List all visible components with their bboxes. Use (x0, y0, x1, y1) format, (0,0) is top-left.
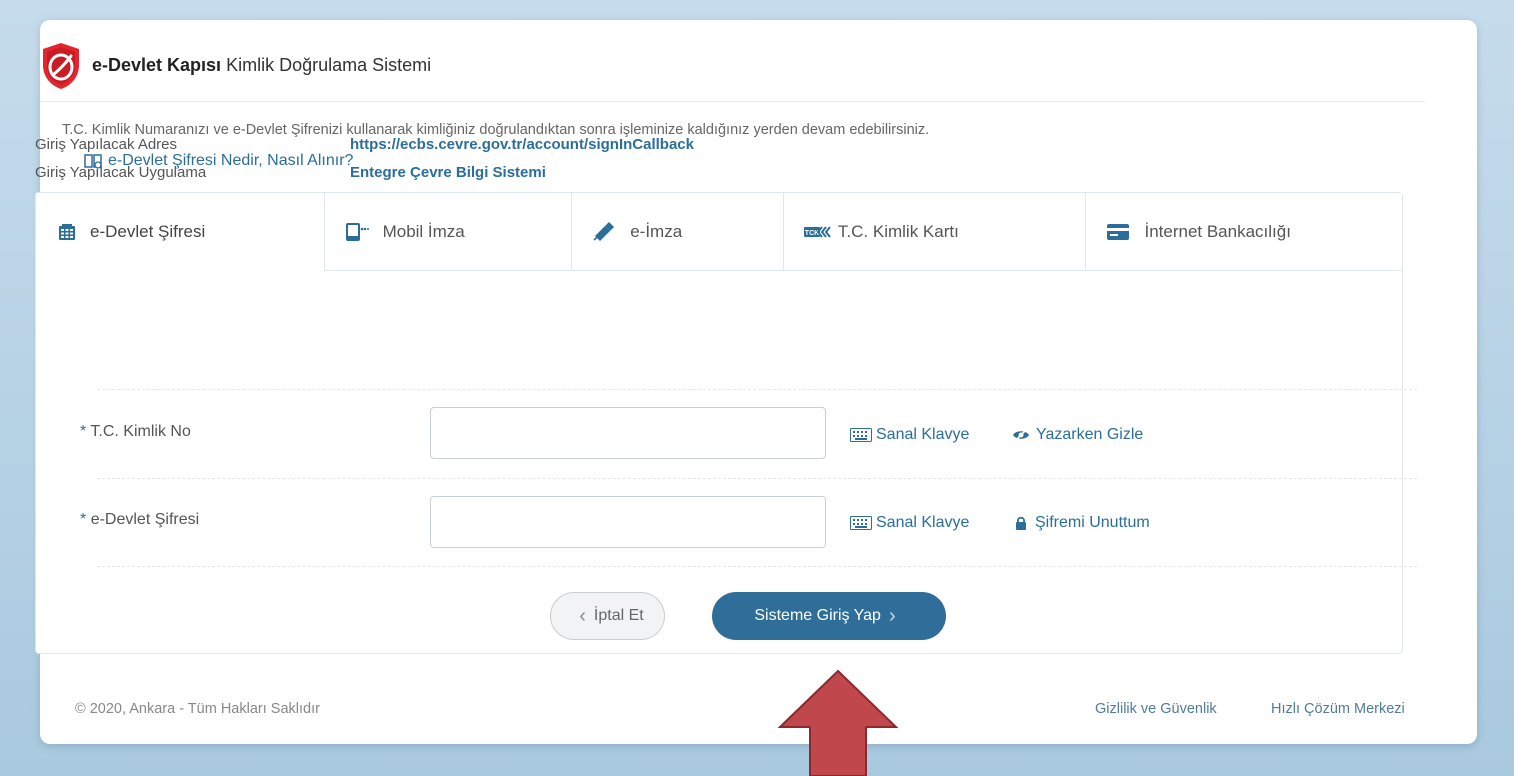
required-mark: * (80, 423, 87, 440)
brand-name: e-Devlet Kapısı (92, 55, 222, 75)
submit-button-label: Sisteme Giriş Yap (754, 607, 881, 624)
quick-solution-center-link[interactable]: Hızlı Çözüm Merkezi (1271, 701, 1405, 717)
bank-card-icon (1106, 223, 1130, 241)
lock-icon (1015, 516, 1027, 530)
cancel-button-label: İptal Et (593, 607, 644, 624)
tab-e-devlet-sifresi[interactable]: e-Devlet Şifresi (36, 193, 325, 271)
tc-kimlik-no-input[interactable] (430, 407, 826, 459)
field-label-text: e-Devlet Şifresi (90, 511, 200, 528)
required-mark: * (80, 511, 87, 528)
e-devlet-sifresi-label: * e-Devlet Şifresi (80, 511, 199, 529)
help-link-label: e-Devlet Şifresi Nedir, Nasıl Alınır? (108, 152, 354, 169)
tab-e-imza[interactable]: e-İmza (572, 193, 784, 271)
annotation-arrow-icon (778, 669, 898, 776)
e-devlet-logo (43, 42, 79, 89)
virtual-keyboard-button[interactable]: Sanal Klavye (850, 514, 969, 532)
virtual-keyboard-label: Sanal Klavye (876, 514, 970, 531)
privacy-security-link[interactable]: Gizlilik ve Güvenlik (1095, 701, 1217, 717)
address-label: Giriş Yapılacak Adres (35, 136, 178, 153)
hide-while-typing-label: Yazarken Gizle (1036, 426, 1144, 443)
copyright-text: © 2020, Ankara - Tüm Hakları Saklıdır (75, 701, 320, 717)
tab-mobil-imza[interactable]: Mobil İmza (324, 193, 573, 271)
mobile-signature-icon (345, 222, 369, 242)
keyboard-icon (850, 516, 872, 530)
page-subtitle: Kimlik Doğrulama Sistemi (226, 55, 432, 75)
divider (97, 478, 1417, 479)
hide-while-typing-button[interactable]: Yazarken Gizle (1012, 426, 1143, 444)
virtual-keyboard-button[interactable]: Sanal Klavye (850, 426, 969, 444)
tab-tc-kimlik-karti[interactable]: TCK T.C. Kimlik Kartı (783, 193, 1087, 271)
chevron-left-icon: ‹ (579, 604, 586, 627)
tab-label: T.C. Kimlik Kartı (837, 221, 959, 241)
divider (97, 389, 1417, 390)
tab-label: İnternet Bankacılığı (1144, 221, 1291, 241)
forgot-password-label: Şifremi Unuttum (1035, 514, 1150, 531)
divider (97, 566, 1417, 567)
cancel-button[interactable]: ‹ İptal Et (550, 592, 665, 640)
application-value: Entegre Çevre Bilgi Sistemi (350, 164, 546, 181)
keyboard-icon (850, 428, 872, 442)
tab-label: Mobil İmza (382, 221, 465, 241)
password-input[interactable] (430, 496, 826, 548)
tab-internet-bankaciligi[interactable]: İnternet Bankacılığı (1086, 193, 1402, 271)
chevron-right-icon: › (888, 604, 896, 627)
book-help-icon (84, 153, 102, 169)
eye-slash-icon (1012, 428, 1030, 442)
login-submit-button[interactable]: Sisteme Giriş Yap › (712, 592, 946, 640)
keypad-icon (58, 223, 76, 241)
forgot-password-link[interactable]: Şifremi Unuttum (1015, 514, 1150, 532)
page-header: e-Devlet Kapısı Kimlik Doğrulama Sistemi (40, 30, 1425, 102)
usb-token-icon (592, 221, 616, 242)
id-card-icon: TCK (803, 225, 832, 239)
login-description: T.C. Kimlik Numaranızı ve e-Devlet Şifre… (62, 122, 930, 138)
help-link[interactable]: e-Devlet Şifresi Nedir, Nasıl Alınır? (84, 152, 353, 170)
login-method-tabs: e-Devlet Şifresi Mobil İmza e-İmza TCK T… (36, 193, 1402, 271)
svg-text:TCK: TCK (805, 230, 819, 237)
virtual-keyboard-label: Sanal Klavye (876, 426, 970, 443)
field-label-text: T.C. Kimlik No (90, 423, 191, 440)
address-value: https://ecbs.cevre.gov.tr/account/signIn… (350, 136, 694, 153)
page-title: e-Devlet Kapısı Kimlik Doğrulama Sistemi (92, 55, 431, 76)
tc-kimlik-no-label: * T.C. Kimlik No (80, 423, 191, 441)
tab-label: e-Devlet Şifresi (90, 222, 206, 241)
tab-label: e-İmza (630, 221, 683, 241)
